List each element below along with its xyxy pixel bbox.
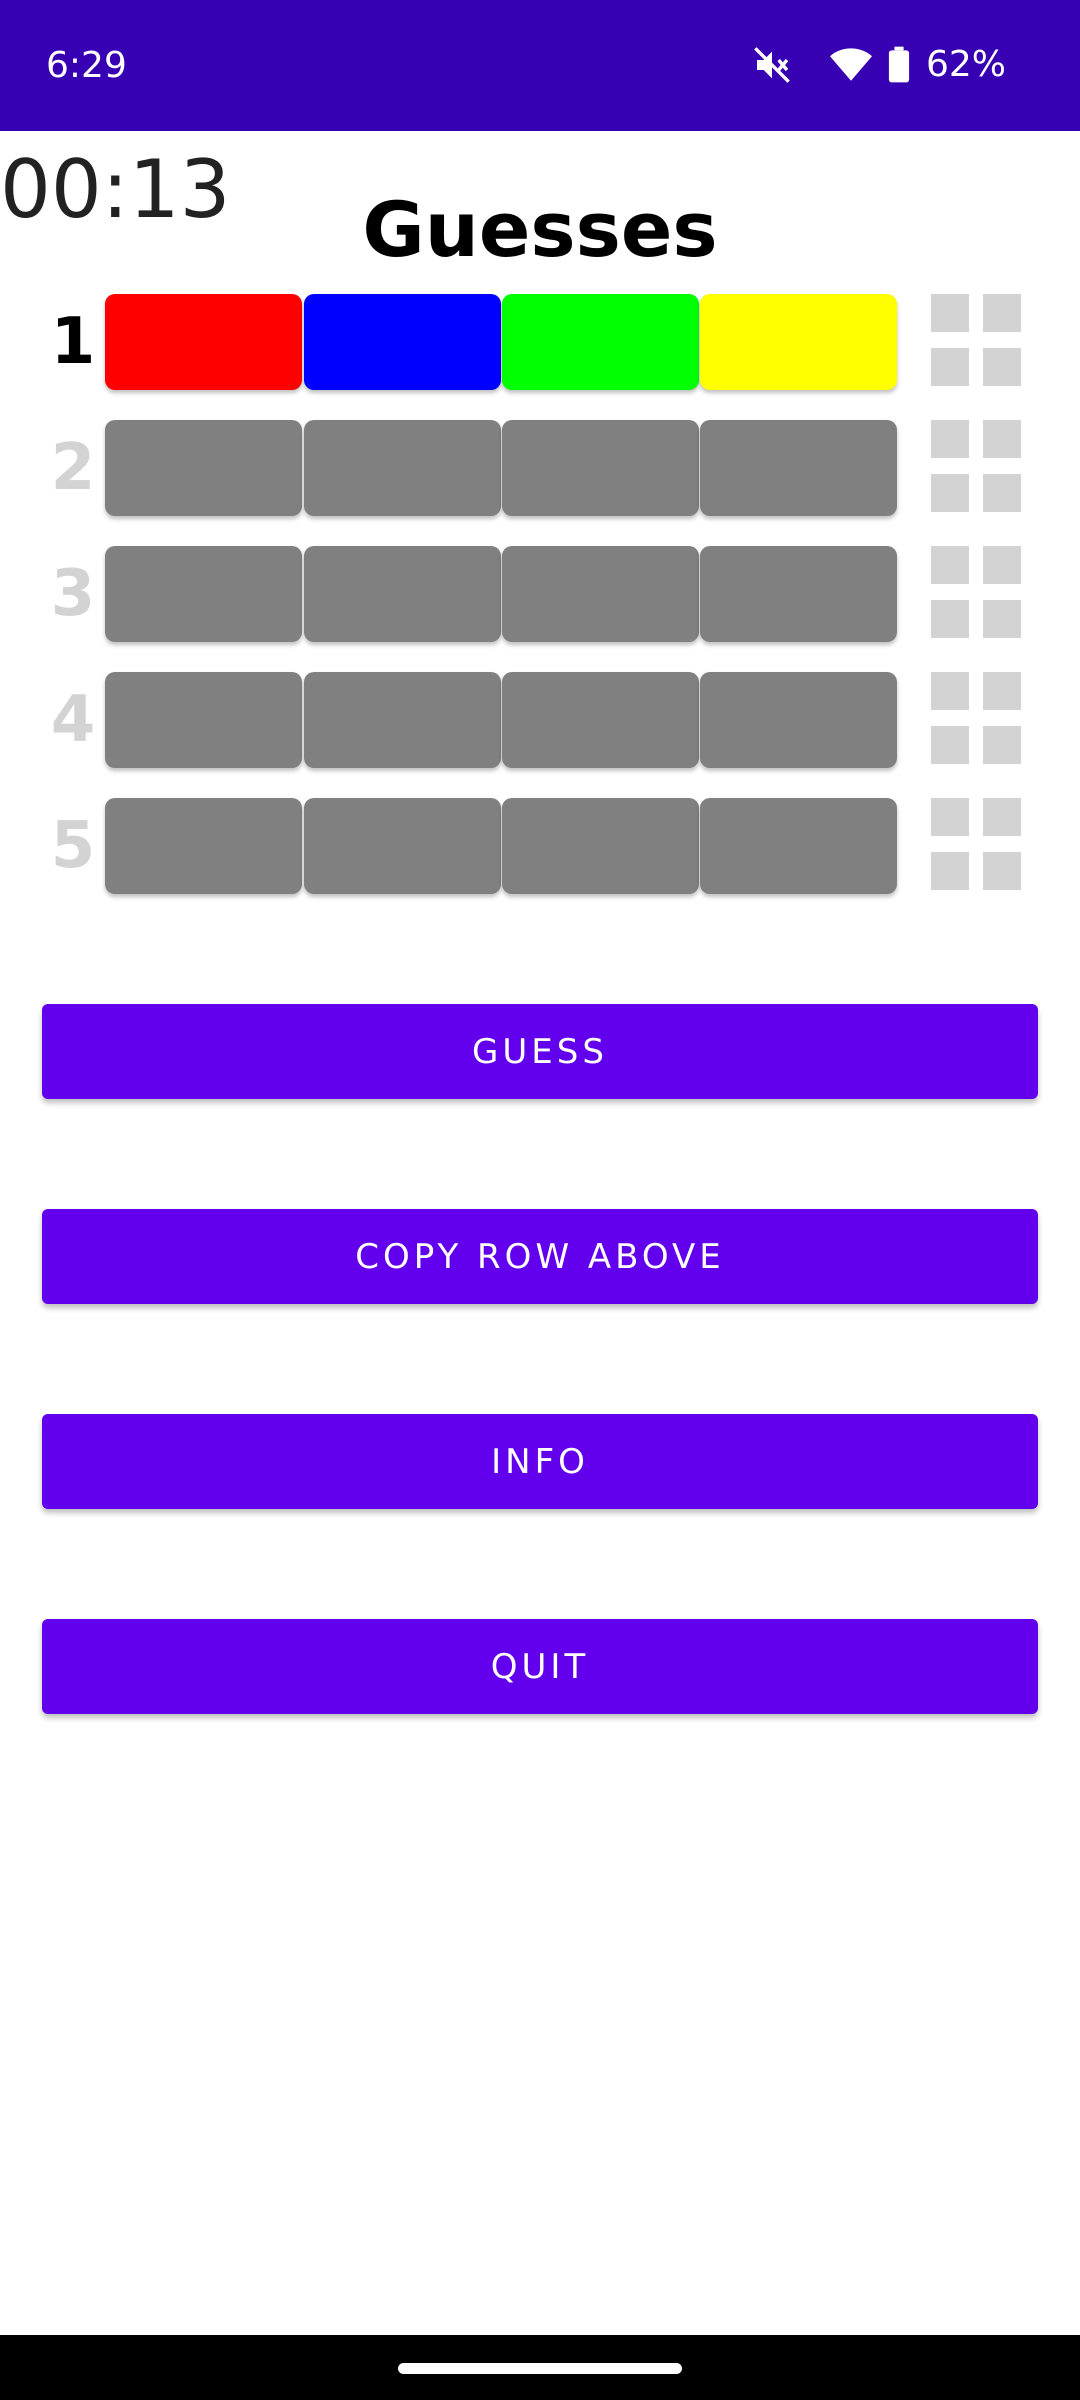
feedback-pegs: [931, 798, 1023, 890]
feedback-peg: [931, 294, 969, 332]
peg-slot[interactable]: [304, 672, 501, 768]
feedback-peg: [983, 474, 1021, 512]
guess-row: 4: [0, 672, 1080, 768]
wifi-icon: [829, 47, 872, 83]
guess-row: 3: [0, 546, 1080, 642]
guess-row: 2: [0, 420, 1080, 516]
row-number: 3: [50, 557, 96, 631]
feedback-peg: [931, 546, 969, 584]
page-title: Guesses: [362, 185, 718, 274]
feedback-peg: [931, 474, 969, 512]
peg-slot[interactable]: [700, 546, 897, 642]
feedback-peg: [983, 798, 1021, 836]
feedback-peg: [931, 672, 969, 710]
copy-row-above-button[interactable]: COPY ROW ABOVE: [42, 1209, 1038, 1304]
peg-slot[interactable]: [502, 672, 699, 768]
peg-slot[interactable]: [502, 798, 699, 894]
battery-icon: [888, 46, 910, 84]
feedback-pegs: [931, 294, 1023, 386]
feedback-peg: [931, 348, 969, 386]
peg-slot[interactable]: [304, 546, 501, 642]
feedback-pegs: [931, 420, 1023, 512]
peg-slot[interactable]: [502, 546, 699, 642]
home-gesture-handle[interactable]: [398, 2363, 682, 2374]
peg-slot[interactable]: [502, 294, 699, 390]
peg-slot[interactable]: [304, 294, 501, 390]
peg-slot[interactable]: [700, 672, 897, 768]
info-button[interactable]: INFO: [42, 1414, 1038, 1509]
quit-button[interactable]: QUIT: [42, 1619, 1038, 1714]
feedback-peg: [931, 726, 969, 764]
peg-slot[interactable]: [304, 420, 501, 516]
status-bar: 6:29 62%: [0, 0, 1080, 131]
feedback-peg: [983, 852, 1021, 890]
battery-percent: 62%: [925, 44, 1006, 85]
feedback-peg: [983, 294, 1021, 332]
status-icons: 62%: [752, 40, 1006, 90]
mute-icon: [752, 45, 792, 85]
peg-slot[interactable]: [700, 420, 897, 516]
peg-slot[interactable]: [105, 420, 302, 516]
feedback-peg: [983, 420, 1021, 458]
feedback-peg: [983, 672, 1021, 710]
feedback-peg: [983, 600, 1021, 638]
peg-slot[interactable]: [700, 294, 897, 390]
peg-slot[interactable]: [105, 798, 302, 894]
guess-row: 1: [0, 294, 1080, 390]
guess-button[interactable]: GUESS: [42, 1004, 1038, 1099]
peg-slot[interactable]: [502, 420, 699, 516]
feedback-peg: [983, 546, 1021, 584]
feedback-peg: [931, 600, 969, 638]
feedback-pegs: [931, 672, 1023, 764]
row-number: 1: [50, 305, 96, 379]
status-time: 6:29: [46, 45, 127, 86]
peg-slot[interactable]: [105, 546, 302, 642]
peg-slot[interactable]: [700, 798, 897, 894]
row-number: 5: [50, 809, 96, 883]
feedback-peg: [931, 798, 969, 836]
guess-row: 5: [0, 798, 1080, 894]
feedback-peg: [931, 852, 969, 890]
feedback-peg: [931, 420, 969, 458]
feedback-peg: [983, 348, 1021, 386]
row-number: 2: [50, 431, 96, 505]
row-number: 4: [50, 683, 96, 757]
feedback-peg: [983, 726, 1021, 764]
peg-slot[interactable]: [105, 294, 302, 390]
feedback-pegs: [931, 546, 1023, 638]
peg-slot[interactable]: [105, 672, 302, 768]
peg-slot[interactable]: [304, 798, 501, 894]
